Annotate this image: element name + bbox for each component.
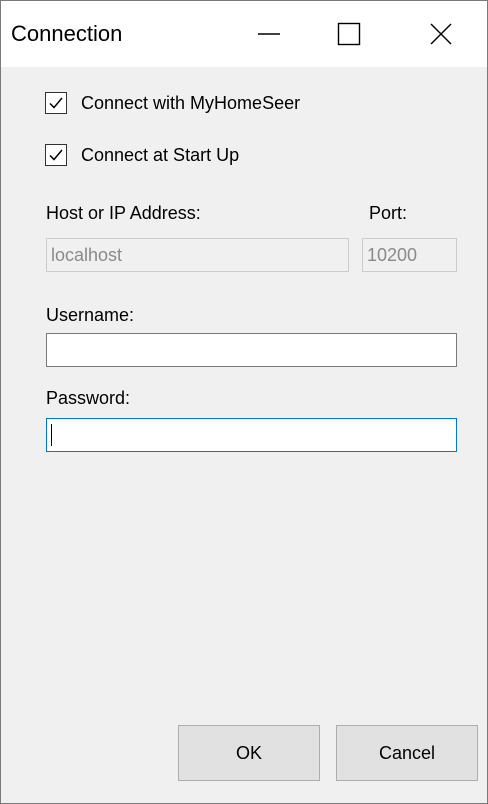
close-button[interactable] — [411, 1, 471, 67]
ok-button[interactable]: OK — [178, 725, 320, 781]
password-input[interactable] — [46, 418, 457, 452]
username-input[interactable] — [46, 333, 457, 367]
username-label: Username: — [46, 305, 135, 325]
title-bar[interactable]: Connection — [1, 1, 487, 67]
window-title: Connection — [11, 21, 123, 46]
connection-dialog: Connection Connect with MyHomeSeer Conne… — [0, 0, 488, 804]
text-caret — [51, 424, 52, 446]
connect-myhomeseer-checkbox[interactable] — [45, 92, 67, 114]
checkmark-icon — [49, 97, 63, 109]
maximize-icon — [337, 22, 361, 46]
cancel-button[interactable]: Cancel — [336, 725, 478, 781]
checkmark-icon — [49, 149, 63, 161]
maximize-button[interactable] — [319, 1, 379, 67]
port-label: Port: — [369, 203, 408, 223]
minimize-button[interactable] — [239, 1, 299, 67]
minimize-icon — [258, 33, 280, 35]
connect-startup-label[interactable]: Connect at Start Up — [81, 145, 239, 166]
connect-myhomeseer-label[interactable]: Connect with MyHomeSeer — [81, 93, 300, 114]
connect-startup-option[interactable]: Connect at Start Up — [45, 142, 239, 168]
connect-startup-checkbox[interactable] — [45, 144, 67, 166]
host-input[interactable] — [46, 238, 349, 272]
port-input[interactable] — [362, 238, 457, 272]
connect-myhomeseer-option[interactable]: Connect with MyHomeSeer — [45, 90, 300, 116]
close-icon — [430, 23, 452, 45]
host-label: Host or IP Address: — [46, 203, 201, 223]
password-label: Password: — [46, 388, 131, 408]
